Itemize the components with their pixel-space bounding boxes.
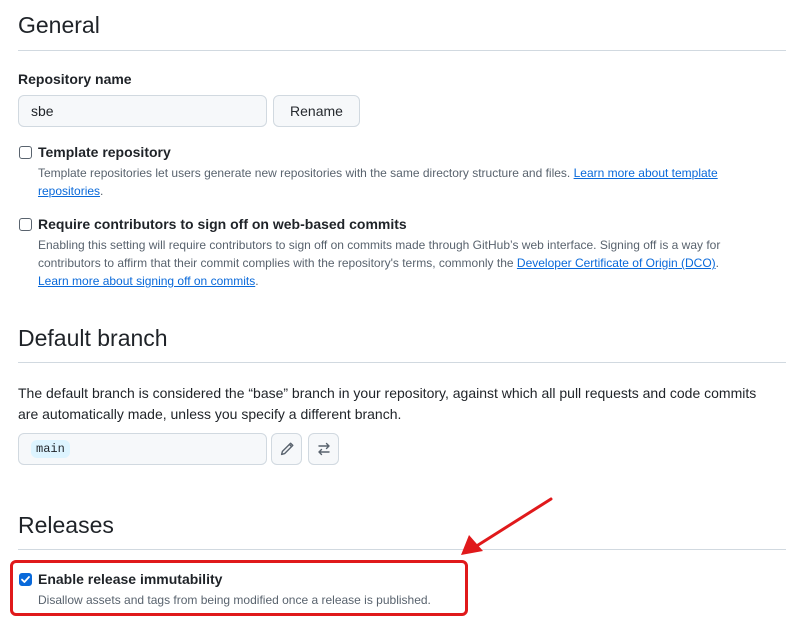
template-desc-trailing: . [100, 184, 104, 198]
branch-name-badge: main [31, 440, 70, 458]
rename-branch-button[interactable] [271, 433, 302, 465]
arrow-switch-icon [317, 442, 330, 456]
repository-name-label: Repository name [18, 71, 132, 87]
signoff-desc-mid: . [715, 256, 719, 270]
annotation-arrow-icon [461, 497, 553, 555]
general-heading: General [18, 12, 100, 38]
signoff-description: Enabling this setting will require contr… [38, 236, 778, 290]
template-repository-title: Template repository [38, 144, 171, 160]
template-desc-text: Template repositories let users generate… [38, 166, 571, 180]
default-branch-heading: Default branch [18, 325, 168, 351]
pencil-icon [280, 442, 293, 456]
releases-heading: Releases [18, 512, 114, 538]
general-divider [18, 50, 786, 51]
switch-branch-button[interactable] [308, 433, 339, 465]
repository-name-input[interactable] [18, 95, 267, 127]
releases-divider [18, 549, 786, 550]
template-repository-description: Template repositories let users generate… [38, 164, 778, 200]
signoff-title: Require contributors to sign off on web-… [38, 216, 407, 232]
default-branch-field: main [18, 433, 267, 465]
annotation-highlight-box [10, 560, 468, 616]
signoff-desc-trailing: . [255, 274, 259, 288]
signoff-learn-more-link[interactable]: Learn more about signing off on commits [38, 274, 255, 288]
dco-link[interactable]: Developer Certificate of Origin (DCO) [517, 256, 716, 270]
default-branch-description: The default branch is considered the “ba… [18, 385, 757, 422]
rename-button[interactable]: Rename [273, 95, 360, 127]
template-repository-checkbox[interactable] [19, 146, 32, 159]
signoff-checkbox[interactable] [19, 218, 32, 231]
default-branch-divider [18, 362, 786, 363]
